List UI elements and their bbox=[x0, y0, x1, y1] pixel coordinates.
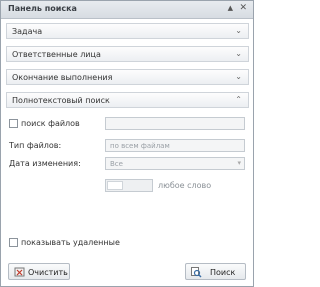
close-icon[interactable]: ✕ bbox=[239, 3, 247, 13]
any-word-toggle[interactable] bbox=[105, 179, 153, 192]
any-word-label: любое слово bbox=[158, 181, 212, 190]
panel-title: Панель поиска bbox=[8, 4, 77, 13]
date-changed-value: Все bbox=[110, 160, 123, 168]
file-search-label: поиск файлов bbox=[21, 119, 80, 128]
section-responsible[interactable]: Ответственные лица ⌄ bbox=[6, 46, 249, 62]
pin-icon[interactable]: ▲ bbox=[228, 4, 233, 12]
section-deadline[interactable]: Окончание выполнения ⌄ bbox=[6, 69, 249, 85]
file-type-label: Тип файлов: bbox=[9, 141, 62, 150]
section-task[interactable]: Задача ⌄ bbox=[6, 23, 249, 39]
section-deadline-label: Окончание выполнения bbox=[12, 73, 113, 82]
clear-button[interactable]: Очистить bbox=[8, 263, 70, 280]
section-responsible-label: Ответственные лица bbox=[12, 50, 101, 59]
file-search-checkbox[interactable] bbox=[9, 119, 18, 128]
toggle-thumb[interactable] bbox=[107, 181, 123, 190]
clear-button-label: Очистить bbox=[28, 268, 68, 277]
chevron-down-icon: ⌄ bbox=[235, 49, 242, 58]
chevron-up-icon: ⌃ bbox=[235, 95, 242, 104]
chevron-down-icon: ⌄ bbox=[235, 72, 242, 81]
search-button-label: Поиск bbox=[210, 268, 236, 277]
date-changed-select[interactable]: Все ▾ bbox=[105, 157, 245, 170]
show-deleted-checkbox[interactable] bbox=[9, 238, 18, 247]
search-panel-window: Панель поиска ▲ ✕ Задача ⌄ Ответственные… bbox=[0, 0, 254, 287]
section-fulltext-label: Полнотекстовый поиск bbox=[12, 96, 110, 105]
eraser-icon bbox=[14, 267, 25, 277]
section-task-label: Задача bbox=[12, 27, 43, 36]
chevron-down-icon: ▾ bbox=[237, 159, 241, 167]
fulltext-search-input[interactable] bbox=[105, 117, 245, 130]
titlebar: Панель поиска ▲ ✕ bbox=[1, 1, 253, 19]
show-deleted-label: показывать удаленные bbox=[21, 238, 120, 247]
date-changed-label: Дата изменения: bbox=[9, 159, 81, 168]
search-icon bbox=[191, 267, 202, 278]
file-type-placeholder: по всем файлам bbox=[110, 142, 170, 150]
section-fulltext[interactable]: Полнотекстовый поиск ⌃ bbox=[6, 92, 249, 108]
search-button[interactable]: Поиск bbox=[185, 263, 246, 280]
file-type-field[interactable]: по всем файлам bbox=[105, 139, 245, 152]
chevron-down-icon: ⌄ bbox=[235, 26, 242, 35]
